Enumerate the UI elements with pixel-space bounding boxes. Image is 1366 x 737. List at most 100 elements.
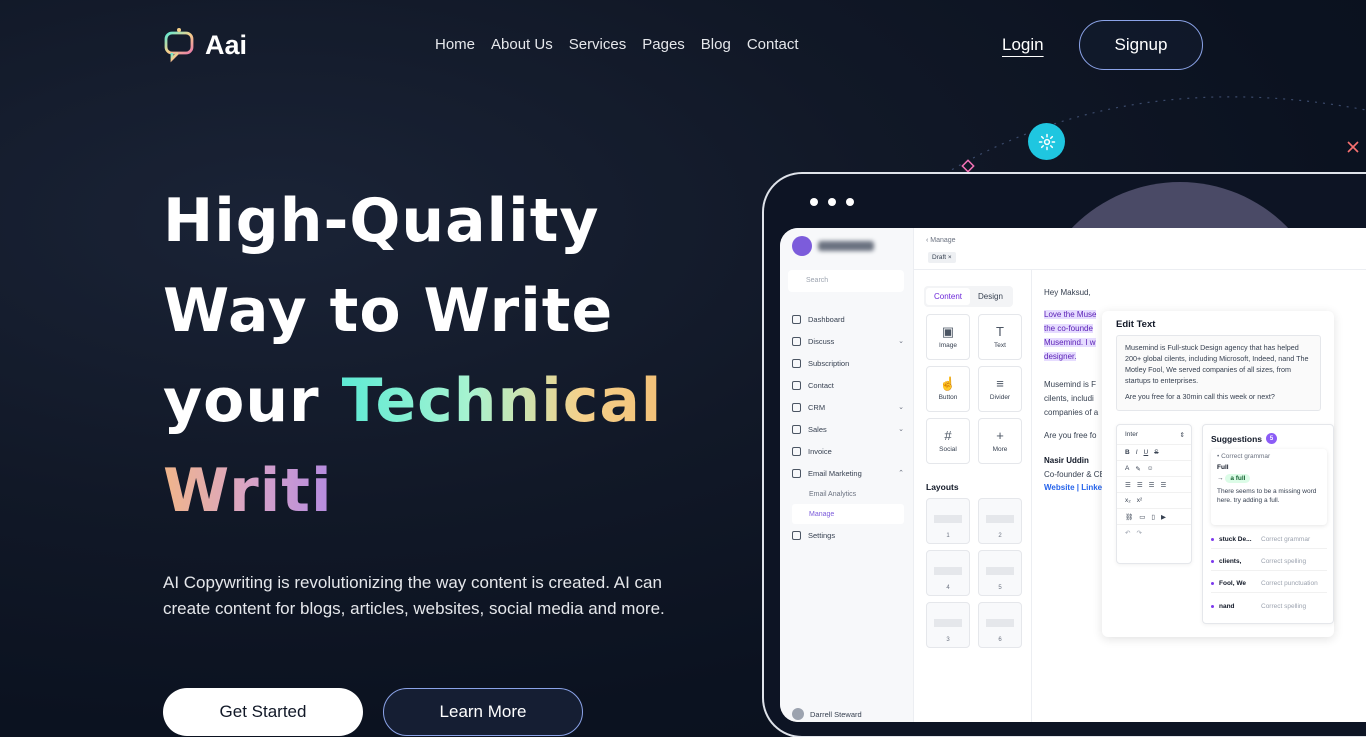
link-icon[interactable]: ⛓ [1125, 513, 1133, 521]
sidebar-subitem-manage[interactable]: Manage [792, 504, 904, 524]
sidebar-item-subscription[interactable]: Subscription [792, 352, 904, 374]
sidebar-menu: Dashboard Discuss ⌄ Subscription Contact … [792, 308, 904, 546]
video-icon[interactable]: ▶ [1161, 513, 1166, 521]
discuss-icon [792, 336, 801, 346]
signature-links[interactable]: Website | Linked [1044, 483, 1107, 492]
chevron-up-icon: ⌃ [898, 470, 904, 477]
layouts-heading: Layouts [926, 482, 959, 492]
suggestion-item[interactable]: nand Correct spelling [1211, 597, 1327, 615]
blocks-panel: Content Design ▣ Image T Text ☝ Button ≡ Div… [914, 270, 1032, 722]
chevron-down-icon: ⌄ [898, 338, 904, 345]
breadcrumb[interactable]: ‹ Manage [926, 237, 956, 244]
sidebar-item-dashboard[interactable]: Dashboard [792, 308, 904, 330]
plus-icon: + [996, 428, 1004, 443]
signature-name: Nasir Uddin [1044, 456, 1089, 465]
block-more[interactable]: + More [978, 418, 1022, 464]
sidebar-item-contact[interactable]: Contact [792, 374, 904, 396]
settings-icon [792, 530, 801, 540]
sidebar-item-sales[interactable]: Sales ⌄ [792, 418, 904, 440]
sidebar-item-invoice[interactable]: Invoice [792, 440, 904, 462]
layout-option[interactable]: 4 [926, 550, 970, 596]
sidebar-user[interactable]: Darrell Steward [792, 708, 862, 720]
indent-icon[interactable]: ☰ [1160, 481, 1166, 489]
sidebar-subitem-email-analytics[interactable]: Email Analytics [792, 484, 904, 504]
learn-more-button[interactable]: Learn More [383, 688, 583, 736]
block-divider[interactable]: ≡ Divider [978, 366, 1022, 412]
edit-text-title: Edit Text [1116, 319, 1156, 330]
main-menu: Home About Us Services Pages Blog Contac… [435, 36, 799, 53]
strikethrough-icon[interactable]: S [1154, 449, 1158, 456]
nav-item-home[interactable]: Home [435, 36, 475, 53]
chevron-updown-icon: ⇕ [1179, 431, 1185, 439]
app-preview-device: Search Dashboard Discuss ⌄ Subscription C… [762, 172, 1366, 737]
block-text[interactable]: T Text [978, 314, 1022, 360]
nav-item-blog[interactable]: Blog [701, 36, 731, 53]
emoji-icon[interactable]: ☺ [1147, 465, 1154, 472]
hero-accent-typing: Writi [163, 456, 333, 526]
layout-option[interactable]: 1 [926, 498, 970, 544]
block-social[interactable]: # Social [926, 418, 970, 464]
tab-design[interactable]: Design [970, 288, 1011, 305]
block-button[interactable]: ☝ Button [926, 366, 970, 412]
layout-option[interactable]: 2 [978, 498, 1022, 544]
sidebar-search-input[interactable]: Search [788, 270, 904, 292]
redo-icon[interactable]: ↷ [1136, 529, 1141, 537]
nav-item-pages[interactable]: Pages [642, 36, 685, 53]
bullet-list-icon[interactable]: ☰ [1125, 481, 1131, 489]
dashboard-icon [792, 314, 801, 324]
suggestion-item[interactable]: clients, Correct spelling [1211, 553, 1327, 571]
align-icon[interactable]: ☰ [1149, 481, 1155, 489]
editor-header: ‹ Manage Draft × [914, 228, 1366, 270]
italic-icon[interactable]: I [1136, 449, 1138, 456]
hero-heading: High-Quality Way to Write your Technical… [163, 176, 683, 536]
subscription-icon [792, 358, 801, 368]
get-started-button[interactable]: Get Started [163, 688, 363, 736]
suggestion-item[interactable]: Fool, We Correct punctuation [1211, 575, 1327, 593]
logo[interactable]: Aai [163, 27, 247, 63]
chat-bubble-logo-icon [164, 28, 194, 63]
nav-item-contact[interactable]: Contact [747, 36, 799, 53]
accept-suggestion-chip[interactable]: a full [1225, 474, 1251, 483]
app-sidebar: Search Dashboard Discuss ⌄ Subscription C… [780, 228, 914, 722]
app-screen: Search Dashboard Discuss ⌄ Subscription C… [780, 228, 1366, 722]
active-suggestion[interactable]: • Correct grammar Full → a full There se… [1211, 449, 1327, 525]
suggestion-item[interactable]: stuck De... Correct grammar [1211, 531, 1327, 549]
edit-text-area[interactable]: Musemind is Full-stuck Design agency tha… [1116, 335, 1321, 411]
undo-icon[interactable]: ↶ [1125, 529, 1130, 537]
login-link[interactable]: Login [1002, 35, 1044, 55]
layout-option[interactable]: 5 [978, 550, 1022, 596]
file-icon[interactable]: ▯ [1151, 513, 1155, 521]
highlight-icon[interactable]: ✎ [1135, 465, 1140, 473]
folder-icon[interactable]: ▭ [1139, 513, 1145, 521]
signup-button[interactable]: Signup [1079, 20, 1203, 70]
chevron-down-icon: ⌄ [898, 404, 904, 411]
cross-icon [1347, 141, 1359, 153]
gear-icon [1038, 133, 1055, 150]
bold-icon[interactable]: B [1125, 449, 1130, 456]
numbered-list-icon[interactable]: ☰ [1137, 481, 1143, 489]
hero-accent-technical: Technical [341, 366, 663, 436]
layout-option[interactable]: 3 [926, 602, 970, 648]
hero-description: AI Copywriting is revolutionizing the wa… [163, 573, 665, 618]
sidebar-item-settings[interactable]: Settings [792, 524, 904, 546]
hero-line-4: Writi [163, 446, 683, 536]
block-image[interactable]: ▣ Image [926, 314, 970, 360]
sidebar-item-discuss[interactable]: Discuss ⌄ [792, 330, 904, 352]
text-color-icon[interactable]: A [1125, 465, 1129, 472]
nav-item-services[interactable]: Services [569, 36, 627, 53]
underline-icon[interactable]: U [1144, 449, 1149, 456]
suggestion-count-badge: 5 [1266, 433, 1278, 444]
sidebar-item-crm[interactable]: CRM ⌄ [792, 396, 904, 418]
hero-line-2: Way to Write [163, 276, 614, 346]
brand-name: Aai [205, 29, 248, 60]
tab-content[interactable]: Content [926, 288, 971, 305]
nav-item-about[interactable]: About Us [491, 36, 553, 53]
workspace-brand [792, 236, 874, 256]
superscript-icon[interactable]: x² [1137, 497, 1142, 504]
layout-option[interactable]: 6 [978, 602, 1022, 648]
divider-icon: ≡ [996, 376, 1004, 391]
subscript-icon[interactable]: x₂ [1125, 497, 1131, 504]
image-icon: ▣ [941, 324, 955, 339]
font-select[interactable]: Inter ⇕ [1117, 425, 1191, 445]
sidebar-item-email-marketing[interactable]: Email Marketing ⌃ [792, 462, 904, 484]
